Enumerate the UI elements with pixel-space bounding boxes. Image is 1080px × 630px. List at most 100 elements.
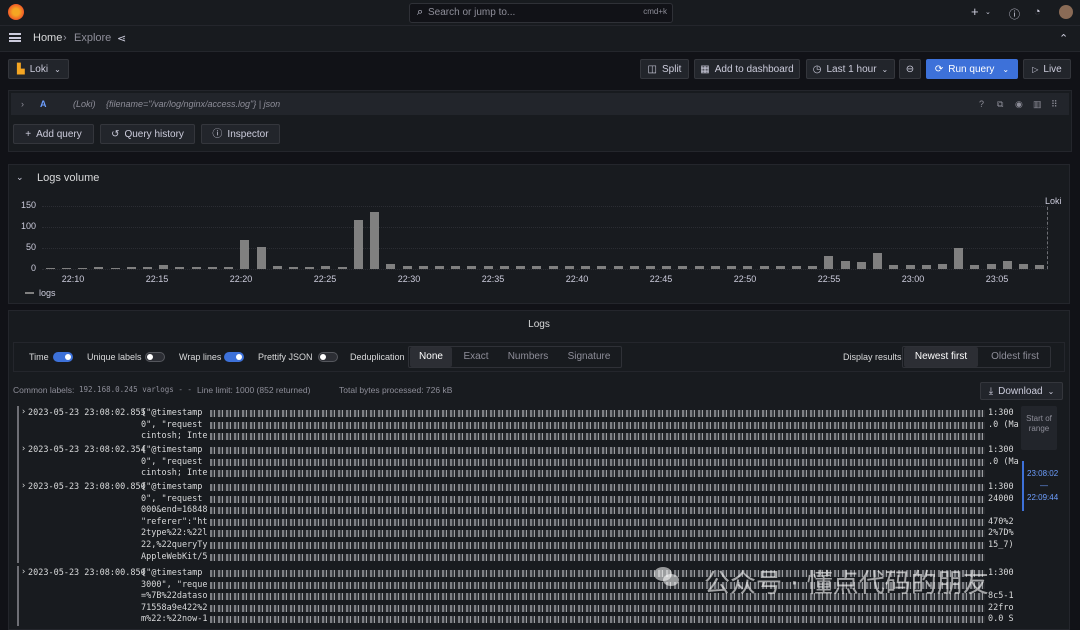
start-of-range-button[interactable]: Start of range [1021,406,1057,450]
log-line-text[interactable]: 3000", "reque [141,580,208,590]
unique-labels-toggle[interactable] [145,352,165,362]
chart-bar[interactable] [597,265,607,269]
log-line-text[interactable]: cintosh; Inte [141,468,208,478]
chart-bar[interactable] [548,265,558,269]
chart-bar[interactable] [451,265,461,269]
chart-bar[interactable] [710,265,720,269]
chart-bar[interactable] [78,268,88,269]
inspector-button[interactable]: ⓘ Inspector [201,124,280,144]
time-range-picker[interactable]: ◷ Last 1 hour ⌄ [806,59,895,79]
expand-chevron-icon[interactable]: › [21,444,26,454]
log-line-text[interactable]: {"@timestamp [141,482,202,492]
log-line-text[interactable]: {"@timestamp [141,408,202,418]
expand-chevron-icon[interactable]: › [21,407,26,417]
dedup-exact-button[interactable]: Exact [455,347,497,367]
expand-chevron-icon[interactable]: › [21,567,26,577]
chart-bar[interactable] [743,265,753,269]
live-button[interactable]: ▷ Live [1023,59,1071,79]
chart-bar[interactable] [45,267,55,269]
log-line-text[interactable]: 2type%22:%22l [141,528,208,538]
breadcrumb-home[interactable]: Home [33,32,62,44]
chart-bar[interactable] [613,265,623,269]
oldest-first-button[interactable]: Oldest first [981,347,1049,367]
chart-bar[interactable] [402,265,412,269]
time-toggle[interactable] [53,352,73,362]
log-line-text[interactable]: 0", "request [141,420,202,430]
newest-first-button[interactable]: Newest first [904,347,978,367]
log-line-text[interactable]: "referer":"ht [141,517,208,527]
chart-bar[interactable] [467,265,477,269]
chart-bar[interactable] [954,248,964,269]
log-line-text[interactable]: cintosh; Inte [141,431,208,441]
chart-bar[interactable] [256,246,266,269]
chart-bar[interactable] [337,266,347,269]
chart-bar[interactable] [808,265,818,269]
chevron-down-icon[interactable]: ⌄ [985,8,991,16]
split-button[interactable]: ◫ Split [640,59,689,79]
chart-bar[interactable] [727,265,737,269]
log-line-text[interactable]: 000&end=16848 [141,505,208,515]
collapse-chevron-icon[interactable]: › [21,99,24,109]
chart-bar[interactable] [159,264,169,269]
query-history-button[interactable]: ↺ Query history [100,124,195,144]
chart-bar[interactable] [921,264,931,269]
chart-bar[interactable] [889,264,899,269]
datasource-picker[interactable]: ▙ Loki ⌄ [8,59,69,79]
chart-bar[interactable] [662,265,672,269]
wrap-lines-toggle[interactable] [224,352,244,362]
chart-bar[interactable] [564,265,574,269]
log-line-text[interactable]: 0", "request [141,457,202,467]
chart-bar[interactable] [694,265,704,269]
chart-bar[interactable] [759,265,769,269]
chart-bar[interactable] [1035,264,1045,269]
chart-bar[interactable] [321,265,331,269]
query-expression[interactable]: {filename="/var/log/nginx/access.log"} |… [106,99,280,109]
chart-bar[interactable] [418,265,428,269]
chart-bar[interactable] [824,256,834,269]
log-line-text[interactable]: 71558a9e422%2 [141,603,208,613]
drag-handle-icon[interactable]: ⠿ [1051,99,1058,110]
chart-bar[interactable] [272,265,282,269]
chart-bar[interactable] [126,266,136,269]
chart-bar[interactable] [905,264,915,269]
chart-bar[interactable] [581,265,591,269]
chart-bar[interactable] [856,262,866,269]
chart-bar[interactable] [938,263,948,269]
chart-bar[interactable] [110,267,120,269]
rss-news-icon[interactable]: ◔ [1034,6,1041,18]
query-ref-id[interactable]: A [40,99,47,109]
chart-bar[interactable] [678,265,688,269]
chart-bar[interactable] [873,253,883,269]
chart-bar[interactable] [61,267,71,269]
chart-bar[interactable] [645,265,655,269]
log-line-text[interactable]: =%7B%22dataso [141,591,208,601]
chart-bar[interactable] [94,266,104,269]
chart-bar[interactable] [175,266,185,269]
dedup-none-button[interactable]: None [410,347,452,367]
chart-bar[interactable] [1002,261,1012,269]
chart-bar[interactable] [532,265,542,269]
collapse-chevron-up-icon[interactable]: ⌃ [1059,32,1068,45]
chart-bar[interactable] [240,239,250,269]
expand-chevron-icon[interactable]: › [21,481,26,491]
chart-bar[interactable] [224,266,234,269]
chart-bar[interactable] [142,266,152,269]
log-timestamp[interactable]: 2023-05-23 23:08:00.850 [28,568,146,578]
chart-bar[interactable] [970,264,980,269]
eye-icon[interactable]: ◉ [1015,99,1023,110]
chart-bar[interactable] [386,263,396,269]
add-query-button[interactable]: + Add query [13,124,94,144]
chart-bar[interactable] [629,265,639,269]
logs-volume-title[interactable]: Logs volume [37,172,99,184]
dedup-signature-button[interactable]: Signature [559,347,619,367]
search-input[interactable]: ⌕ Search or jump to... cmd+k [409,3,673,23]
chart-bar[interactable] [289,266,298,269]
menu-icon[interactable] [9,33,21,42]
chart-bar[interactable] [840,260,850,269]
log-line-text[interactable]: 0", "request [141,494,202,504]
help-icon[interactable]: ⓘ [1009,6,1020,22]
chart-bar[interactable] [1019,263,1029,269]
zoom-out-icon[interactable]: ⊖ [899,59,921,79]
log-timestamp[interactable]: 2023-05-23 23:08:00.850 [28,482,146,492]
trash-icon[interactable]: ▥ [1033,99,1042,110]
